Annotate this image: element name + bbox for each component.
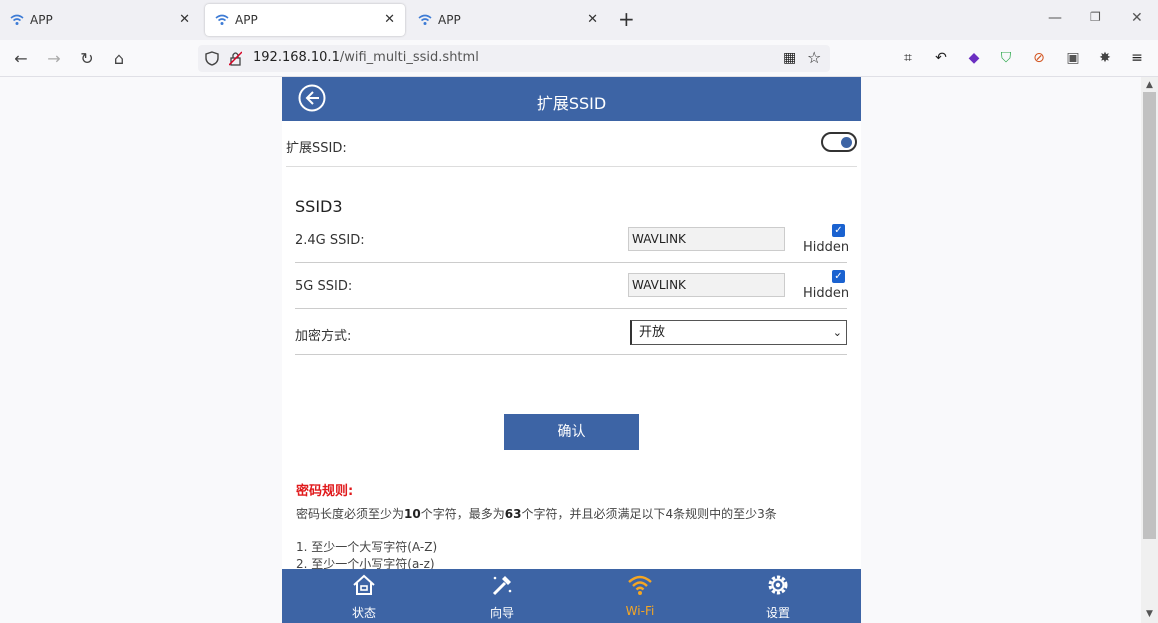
shield-extension-icon[interactable]: ⛉ <box>996 48 1016 68</box>
encryption-label: 加密方式: <box>295 329 352 344</box>
screenshot-extension-icon[interactable]: ▣ <box>1063 48 1083 68</box>
encryption-selected: 开放 <box>639 325 666 340</box>
close-tab-icon[interactable]: ✕ <box>587 12 598 27</box>
minimize-icon[interactable]: — <box>1048 10 1062 26</box>
chevron-down-icon: ⌄ <box>832 326 842 339</box>
tab-title: APP <box>30 13 53 27</box>
encryption-select[interactable]: 开放 ⌄ <box>630 320 847 345</box>
ssid24-input[interactable]: WAVLINK <box>628 227 785 251</box>
extended-ssid-label: 扩展SSID: <box>286 141 347 156</box>
nav-label: Wi-Fi <box>625 604 655 618</box>
reload-icon[interactable]: ↻ <box>76 47 98 69</box>
section-title: SSID3 <box>295 197 343 216</box>
gear-icon <box>768 575 788 595</box>
browser-tab-1[interactable]: APP ✕ <box>0 4 200 36</box>
wifi-icon <box>628 575 652 595</box>
wifi-favicon-icon <box>418 14 432 25</box>
back-arrow-icon[interactable]: ← <box>10 47 32 69</box>
extended-ssid-row: 扩展SSID: <box>286 121 857 167</box>
scrollbar-thumb[interactable] <box>1143 92 1156 539</box>
tab-title: APP <box>235 13 258 27</box>
encryption-row: 加密方式: 开放 ⌄ <box>295 309 847 355</box>
page-title: 扩展SSID <box>536 94 607 113</box>
password-rules-desc: 密码长度必须至少为10个字符，最多为63个字符，并且必须满足以下4条规则中的至少… <box>296 507 777 521</box>
scroll-down-icon[interactable]: ▼ <box>1144 609 1155 619</box>
extension-badge-icon[interactable]: ◆ <box>964 48 984 68</box>
ssid5-input[interactable]: WAVLINK <box>628 273 785 297</box>
nav-label: 向导 <box>489 606 514 620</box>
url-bar[interactable]: 192.168.10.1/wifi_multi_ssid.shtml ▦ ☆ <box>198 45 830 72</box>
url-text: 192.168.10.1/wifi_multi_ssid.shtml <box>253 50 479 65</box>
navigation-toolbar: ← → ↻ ⌂ 192.168.10.1/wifi_multi_ssid.sht… <box>0 40 1158 77</box>
window-close-icon[interactable]: ✕ <box>1131 10 1143 26</box>
menu-icon[interactable]: ≡ <box>1127 48 1147 68</box>
nav-wizard[interactable]: 向导 <box>430 569 574 623</box>
page-header: 扩展SSID <box>282 77 861 121</box>
crop-icon[interactable]: ⌗ <box>898 48 918 68</box>
ssid5-row: 5G SSID: WAVLINK ✓ Hidden <box>295 263 850 309</box>
tab-title: APP <box>438 13 461 27</box>
wifi-favicon-icon <box>10 14 24 25</box>
ssid24-hidden-checkbox[interactable]: ✓ <box>832 224 845 237</box>
forward-arrow-icon[interactable]: → <box>43 47 65 69</box>
insecure-lock-icon[interactable] <box>229 51 242 66</box>
wand-icon <box>492 576 512 596</box>
router-page: 扩展SSID 扩展SSID: SSID3 2.4G SSID: WAVLINK … <box>282 77 861 623</box>
ssid5-hidden-label: Hidden <box>803 286 850 301</box>
ssid5-hidden-checkbox[interactable]: ✓ <box>832 270 845 283</box>
home-icon <box>353 574 375 595</box>
toggle-knob <box>841 137 852 148</box>
close-tab-icon[interactable]: ✕ <box>384 12 395 27</box>
nav-settings[interactable]: 设置 <box>706 569 850 623</box>
new-tab-icon[interactable]: + <box>618 8 635 30</box>
bottom-nav: 状态 向导 Wi-Fi 设置 <box>282 569 861 623</box>
bug-extension-icon[interactable]: ✸ <box>1095 48 1115 68</box>
undo-icon[interactable]: ↶ <box>931 48 951 68</box>
extended-ssid-toggle[interactable] <box>821 132 857 152</box>
password-rules-title: 密码规则: <box>296 484 354 499</box>
ssid24-hidden-label: Hidden <box>803 240 850 255</box>
nav-label: 设置 <box>765 606 790 620</box>
tab-strip: APP ✕ APP ✕ APP ✕ + — ❐ ✕ <box>0 0 1158 40</box>
confirm-button[interactable]: 确认 <box>504 414 639 450</box>
restore-icon[interactable]: ❐ <box>1090 10 1101 24</box>
blocker-extension-icon[interactable]: ⊘ <box>1029 48 1049 68</box>
shield-icon <box>205 51 219 66</box>
nav-status[interactable]: 状态 <box>292 569 436 623</box>
ssid5-label: 5G SSID: <box>295 279 353 294</box>
browser-tab-2[interactable]: APP ✕ <box>205 4 405 36</box>
ssid24-label: 2.4G SSID: <box>295 233 365 248</box>
home-icon[interactable]: ⌂ <box>108 47 130 69</box>
nav-label: 状态 <box>351 606 376 620</box>
wifi-favicon-icon <box>215 14 229 25</box>
scroll-up-icon[interactable]: ▲ <box>1144 80 1155 90</box>
qr-code-icon[interactable]: ▦ <box>783 50 796 66</box>
ssid24-row: 2.4G SSID: WAVLINK ✓ Hidden <box>295 217 850 263</box>
browser-tab-3[interactable]: APP ✕ <box>408 4 608 36</box>
rule-item: 1. 至少一个大写字符(A-Z) <box>296 540 438 554</box>
bookmark-star-icon[interactable]: ☆ <box>807 48 821 67</box>
close-tab-icon[interactable]: ✕ <box>179 12 190 27</box>
nav-wifi[interactable]: Wi-Fi <box>568 569 712 623</box>
